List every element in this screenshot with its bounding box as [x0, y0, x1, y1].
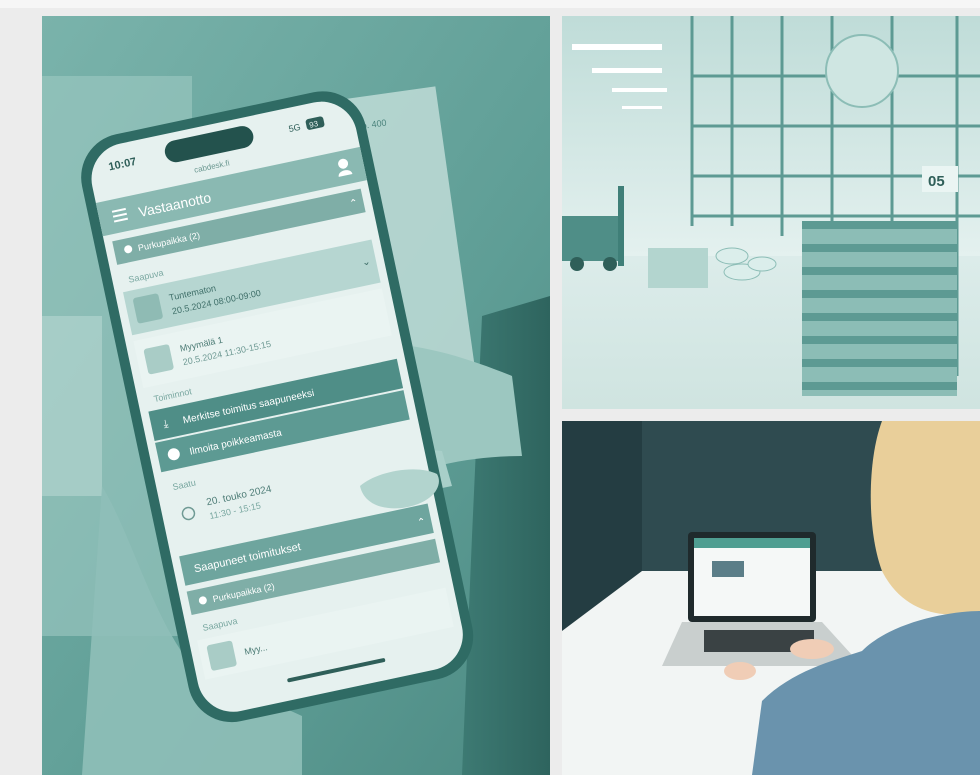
- photo-laptop-user: [562, 421, 980, 775]
- laptop-screen: [694, 538, 810, 616]
- truck-icon-2: [143, 344, 174, 375]
- boxes: [648, 248, 708, 288]
- wrapped-object: [825, 34, 899, 108]
- truck-icon: [133, 293, 163, 324]
- warehouse-photo-svg: 05: [562, 16, 980, 409]
- photo-warehouse: 05: [562, 16, 980, 409]
- aisle-sign-text: 05: [928, 173, 945, 190]
- laptop-photo-svg: [562, 421, 980, 775]
- page-top-strip: [0, 0, 980, 8]
- phone-photo-svg: Pensel No. 400 10:07 cabdesk.fi 5G 93: [42, 16, 550, 775]
- truck-icon-3: [206, 640, 237, 671]
- hand-left: [724, 662, 756, 680]
- hand-right: [790, 639, 834, 659]
- photo-phone-app: Pensel No. 400 10:07 cabdesk.fi 5G 93: [42, 16, 550, 775]
- pallet-stack: [802, 221, 957, 396]
